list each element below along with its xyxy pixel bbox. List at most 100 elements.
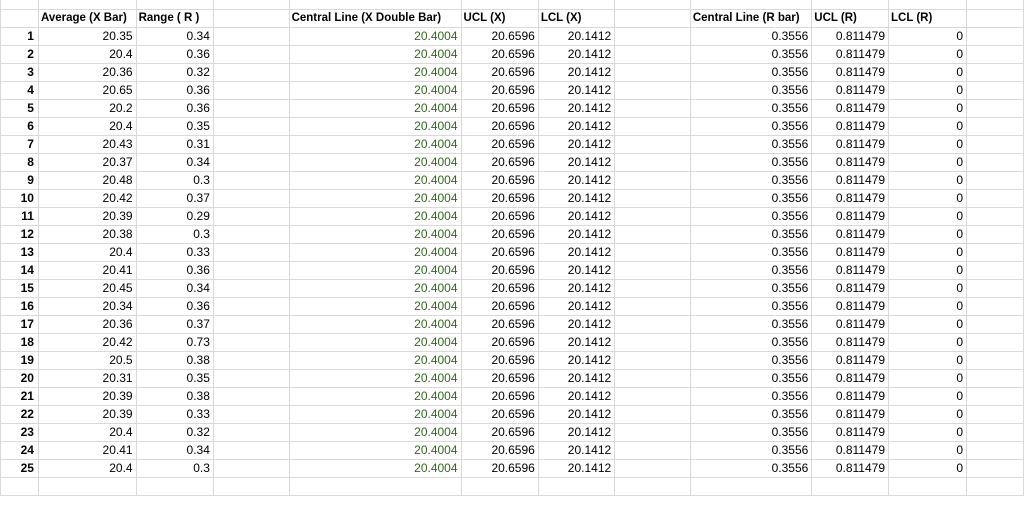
lcl-x-cell[interactable]: 20.1412 bbox=[537, 189, 616, 208]
cell[interactable] bbox=[966, 243, 1024, 262]
ucl-r-cell[interactable]: 0.811479 bbox=[811, 279, 889, 298]
lcl-x-cell[interactable]: 20.1412 bbox=[537, 441, 616, 460]
cell[interactable] bbox=[966, 135, 1024, 154]
average-cell[interactable]: 20.41 bbox=[37, 441, 137, 460]
central-line-r-cell[interactable]: 0.3556 bbox=[689, 405, 813, 424]
ucl-r-cell[interactable]: 0.811479 bbox=[811, 333, 889, 352]
ucl-x-cell[interactable]: 20.6596 bbox=[460, 441, 539, 460]
average-cell[interactable]: 20.38 bbox=[37, 225, 137, 244]
lcl-x-cell[interactable]: 20.1412 bbox=[537, 171, 616, 190]
average-cell[interactable]: 20.31 bbox=[37, 369, 137, 388]
row-number[interactable]: 22 bbox=[0, 405, 39, 424]
ucl-r-cell[interactable]: 0.811479 bbox=[811, 63, 889, 82]
cell[interactable] bbox=[288, 477, 462, 496]
central-line-r-cell[interactable]: 0.3556 bbox=[689, 117, 813, 136]
ucl-r-cell[interactable]: 0.811479 bbox=[811, 459, 889, 478]
lcl-x-cell[interactable]: 20.1412 bbox=[537, 315, 616, 334]
lcl-r-cell[interactable]: 0 bbox=[887, 153, 968, 172]
lcl-x-cell[interactable]: 20.1412 bbox=[537, 207, 616, 226]
central-line-x-cell[interactable]: 20.4004 bbox=[288, 243, 462, 262]
cell[interactable] bbox=[689, 477, 813, 496]
ucl-r-cell[interactable]: 0.811479 bbox=[811, 405, 889, 424]
average-cell[interactable]: 20.37 bbox=[37, 153, 137, 172]
lcl-x-cell[interactable]: 20.1412 bbox=[537, 405, 616, 424]
cell[interactable] bbox=[212, 9, 290, 28]
cell[interactable] bbox=[966, 315, 1024, 334]
cell[interactable] bbox=[966, 279, 1024, 298]
average-cell[interactable]: 20.2 bbox=[37, 99, 137, 118]
central-line-r-cell[interactable]: 0.3556 bbox=[689, 225, 813, 244]
cell[interactable] bbox=[0, 477, 39, 496]
range-cell[interactable]: 0.73 bbox=[135, 333, 214, 352]
row-number[interactable]: 15 bbox=[0, 279, 39, 298]
central-line-r-cell[interactable]: 0.3556 bbox=[689, 333, 813, 352]
range-cell[interactable]: 0.3 bbox=[135, 171, 214, 190]
header-central-line-x[interactable]: Central Line (X Double Bar) bbox=[288, 9, 462, 28]
central-line-x-cell[interactable]: 20.4004 bbox=[288, 423, 462, 442]
cell[interactable] bbox=[37, 477, 137, 496]
ucl-x-cell[interactable]: 20.6596 bbox=[460, 261, 539, 280]
range-cell[interactable]: 0.36 bbox=[135, 81, 214, 100]
central-line-r-cell[interactable]: 0.3556 bbox=[689, 171, 813, 190]
central-line-r-cell[interactable]: 0.3556 bbox=[689, 315, 813, 334]
cell[interactable] bbox=[212, 81, 290, 100]
central-line-x-cell[interactable]: 20.4004 bbox=[288, 63, 462, 82]
cell[interactable] bbox=[614, 0, 691, 10]
cell[interactable] bbox=[0, 9, 39, 28]
lcl-x-cell[interactable]: 20.1412 bbox=[537, 423, 616, 442]
central-line-x-cell[interactable]: 20.4004 bbox=[288, 387, 462, 406]
lcl-x-cell[interactable]: 20.1412 bbox=[537, 99, 616, 118]
ucl-r-cell[interactable]: 0.811479 bbox=[811, 297, 889, 316]
ucl-r-cell[interactable]: 0.811479 bbox=[811, 225, 889, 244]
cell[interactable] bbox=[614, 135, 691, 154]
ucl-x-cell[interactable]: 20.6596 bbox=[460, 135, 539, 154]
cell[interactable] bbox=[212, 387, 290, 406]
lcl-r-cell[interactable]: 0 bbox=[887, 27, 968, 46]
range-cell[interactable]: 0.29 bbox=[135, 207, 214, 226]
cell[interactable] bbox=[212, 99, 290, 118]
average-cell[interactable]: 20.4 bbox=[37, 423, 137, 442]
range-cell[interactable]: 0.34 bbox=[135, 279, 214, 298]
central-line-x-cell[interactable]: 20.4004 bbox=[288, 27, 462, 46]
central-line-x-cell[interactable]: 20.4004 bbox=[288, 369, 462, 388]
cell[interactable] bbox=[212, 153, 290, 172]
cell[interactable] bbox=[966, 45, 1024, 64]
central-line-r-cell[interactable]: 0.3556 bbox=[689, 351, 813, 370]
range-cell[interactable]: 0.37 bbox=[135, 189, 214, 208]
central-line-r-cell[interactable]: 0.3556 bbox=[689, 135, 813, 154]
cell[interactable] bbox=[135, 0, 214, 10]
cell[interactable] bbox=[212, 405, 290, 424]
cell[interactable] bbox=[966, 153, 1024, 172]
range-cell[interactable]: 0.35 bbox=[135, 369, 214, 388]
central-line-x-cell[interactable]: 20.4004 bbox=[288, 171, 462, 190]
central-line-r-cell[interactable]: 0.3556 bbox=[689, 261, 813, 280]
cell[interactable] bbox=[212, 261, 290, 280]
cell[interactable] bbox=[614, 369, 691, 388]
ucl-x-cell[interactable]: 20.6596 bbox=[460, 387, 539, 406]
row-number[interactable]: 20 bbox=[0, 369, 39, 388]
cell[interactable] bbox=[966, 63, 1024, 82]
average-cell[interactable]: 20.39 bbox=[37, 387, 137, 406]
range-cell[interactable]: 0.37 bbox=[135, 315, 214, 334]
cell[interactable] bbox=[614, 99, 691, 118]
cell[interactable] bbox=[460, 0, 539, 10]
cell[interactable] bbox=[212, 225, 290, 244]
row-number[interactable]: 8 bbox=[0, 153, 39, 172]
row-number[interactable]: 5 bbox=[0, 99, 39, 118]
central-line-x-cell[interactable]: 20.4004 bbox=[288, 135, 462, 154]
average-cell[interactable]: 20.39 bbox=[37, 207, 137, 226]
cell[interactable] bbox=[212, 477, 290, 496]
cell[interactable] bbox=[614, 459, 691, 478]
central-line-r-cell[interactable]: 0.3556 bbox=[689, 297, 813, 316]
central-line-x-cell[interactable]: 20.4004 bbox=[288, 261, 462, 280]
ucl-r-cell[interactable]: 0.811479 bbox=[811, 423, 889, 442]
cell[interactable] bbox=[966, 99, 1024, 118]
central-line-r-cell[interactable]: 0.3556 bbox=[689, 369, 813, 388]
range-cell[interactable]: 0.38 bbox=[135, 387, 214, 406]
central-line-x-cell[interactable]: 20.4004 bbox=[288, 459, 462, 478]
cell[interactable] bbox=[212, 45, 290, 64]
lcl-r-cell[interactable]: 0 bbox=[887, 189, 968, 208]
lcl-r-cell[interactable]: 0 bbox=[887, 279, 968, 298]
central-line-r-cell[interactable]: 0.3556 bbox=[689, 387, 813, 406]
average-cell[interactable]: 20.45 bbox=[37, 279, 137, 298]
